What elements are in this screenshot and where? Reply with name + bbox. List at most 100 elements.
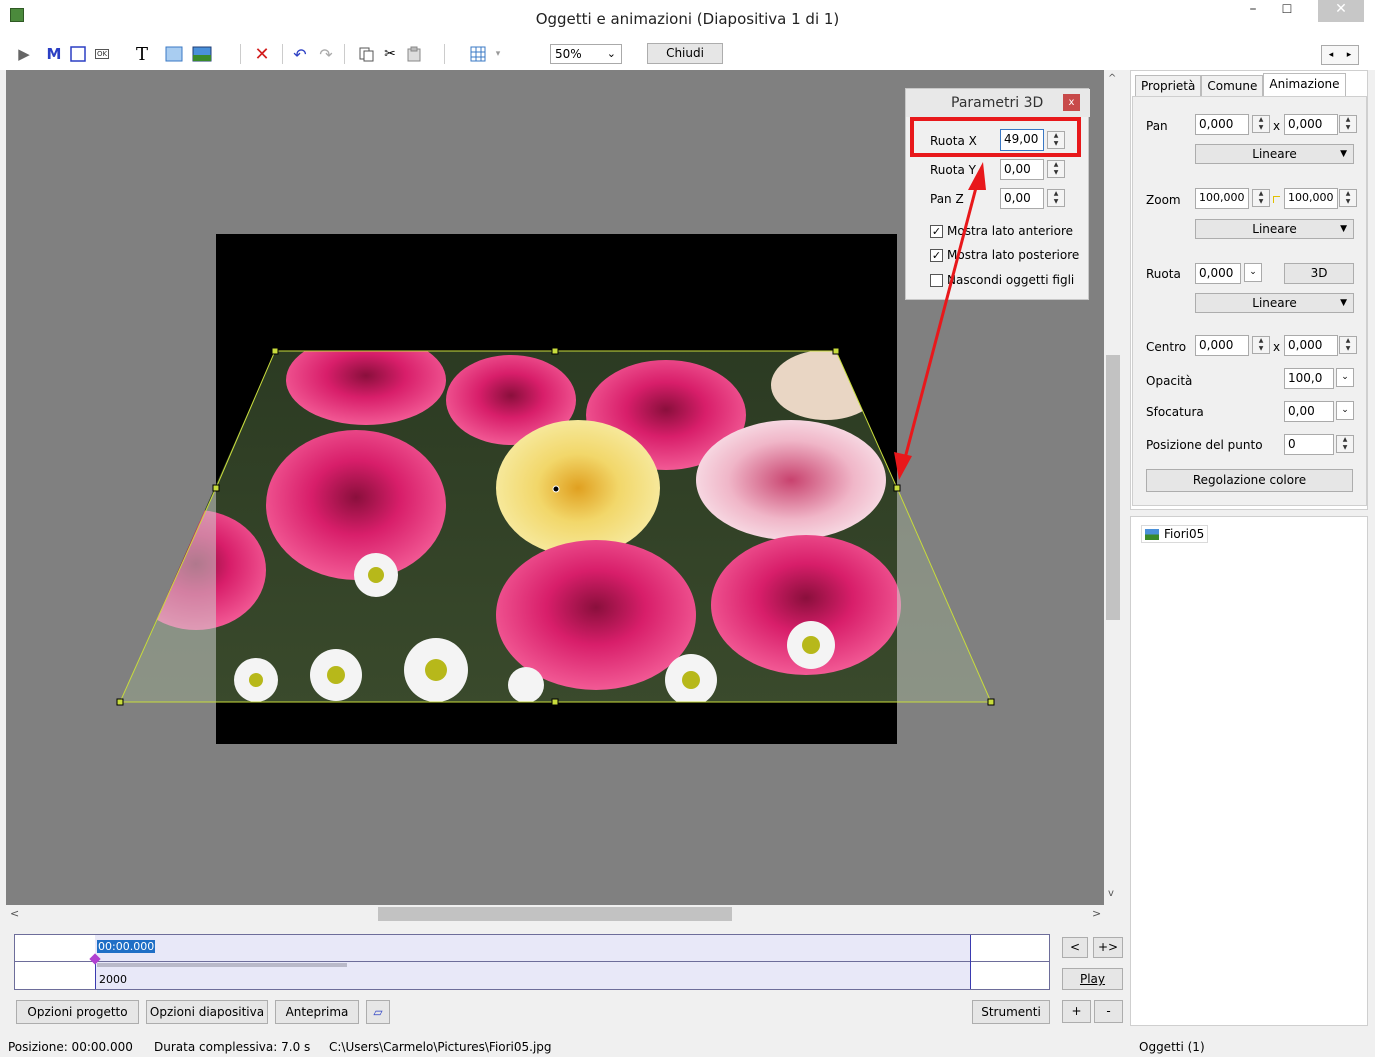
panel-header[interactable]: Parametri 3D x	[906, 89, 1090, 117]
close-icon[interactable]: ✕	[1318, 0, 1364, 22]
play-button[interactable]: Play	[1062, 968, 1123, 990]
zoom-link-icon[interactable]	[1273, 196, 1280, 203]
sfocatura-input[interactable]: 0,00	[1284, 401, 1334, 422]
grid-dropdown-icon[interactable]: ▾	[488, 44, 508, 64]
rectangle-icon[interactable]	[164, 44, 184, 64]
status-path: C:\Users\Carmelo\Pictures\Fiori05.jpg	[329, 1040, 552, 1054]
centro-label: Centro	[1146, 340, 1187, 354]
zoom-mode-select[interactable]: Lineare ▼	[1195, 219, 1354, 239]
chevron-down-icon: ⌄	[606, 47, 616, 60]
centro-x-input[interactable]: 0,000	[1195, 335, 1249, 356]
cut-icon[interactable]: ✂	[380, 44, 400, 64]
timeline-cursor[interactable]	[95, 961, 96, 989]
minimize-icon[interactable]: –	[1238, 0, 1268, 22]
scroll-left-icon[interactable]: <	[10, 907, 19, 920]
tab-proprieta[interactable]: Proprietà	[1135, 75, 1202, 97]
ruota-mode-select[interactable]: Lineare ▼	[1195, 293, 1354, 313]
button-icon[interactable]: OK	[92, 44, 112, 64]
vertical-scrollbar[interactable]: ^ v	[1104, 70, 1122, 905]
timeline-end-marker	[970, 935, 971, 989]
redo-icon[interactable]: ↷	[316, 44, 336, 64]
pan-x-stepper[interactable]: ▲ ▼	[1252, 115, 1270, 133]
ruota-dropdown[interactable]: ⌄	[1244, 263, 1262, 282]
mask-icon[interactable]: M	[44, 44, 64, 64]
horizontal-scrollbar[interactable]: < >	[6, 905, 1106, 923]
timeline[interactable]: 00:00.000 2000	[14, 934, 1050, 990]
pan-y-stepper[interactable]: ▲ ▼	[1339, 115, 1357, 133]
ruota-mode-value: Lineare	[1252, 296, 1297, 310]
camera-icon[interactable]: ▶	[14, 44, 34, 64]
centro-x-separator: x	[1273, 340, 1281, 354]
zoom-y-input[interactable]: 100,000	[1284, 188, 1338, 209]
vertical-scroll-thumb[interactable]	[1106, 355, 1120, 620]
maximize-icon[interactable]: ☐	[1272, 0, 1302, 22]
window-title: Oggetti e animazioni (Diapositiva 1 di 1…	[535, 10, 840, 28]
next-keyframe-button[interactable]: +>	[1093, 937, 1123, 958]
arrow-left-icon[interactable]: ◂	[1329, 50, 1334, 60]
copy-icon[interactable]	[356, 44, 376, 64]
slide-options-button[interactable]: Opzioni diapositiva	[146, 1000, 268, 1024]
pan-y-input[interactable]: 0,000	[1284, 114, 1338, 135]
object-list: Fiori05	[1130, 516, 1368, 1026]
posizione-punto-label: Posizione del punto	[1146, 438, 1263, 452]
pan-mode-select[interactable]: Lineare ▼	[1195, 144, 1354, 164]
pan-mode-value: Lineare	[1252, 147, 1297, 161]
centro-x-stepper[interactable]: ▲ ▼	[1252, 336, 1270, 354]
horizontal-scroll-thumb[interactable]	[378, 907, 732, 921]
centro-y-input[interactable]: 0,000	[1284, 335, 1338, 356]
timeline-bar	[97, 963, 347, 967]
paste-icon[interactable]	[404, 44, 424, 64]
pan-z-stepper[interactable]: ▲ ▼	[1047, 189, 1065, 207]
ruota-3d-button[interactable]: 3D	[1284, 263, 1354, 284]
list-item[interactable]: Fiori05	[1141, 525, 1209, 543]
project-options-button[interactable]: Opzioni progetto	[16, 1000, 139, 1024]
text-icon[interactable]: T	[132, 44, 152, 65]
frame-icon[interactable]	[68, 44, 88, 64]
ok-label: OK	[94, 49, 110, 59]
panel-nav-arrows[interactable]: ◂ ▸	[1321, 45, 1359, 65]
zoom-x-stepper[interactable]: ▲ ▼	[1252, 189, 1270, 207]
frame-view-button[interactable]: ▱	[366, 1000, 390, 1024]
zoom-x-input[interactable]: 100,000	[1195, 188, 1249, 209]
tab-animazione[interactable]: Animazione	[1263, 73, 1346, 97]
undo-icon[interactable]: ↶	[290, 44, 310, 64]
ruota-input[interactable]: 0,000	[1195, 263, 1241, 284]
scroll-up-icon[interactable]: ^	[1108, 73, 1116, 84]
timeline-divider	[15, 961, 1049, 962]
status-bar: Posizione: 00:00.000 Durata complessiva:…	[0, 1035, 1375, 1057]
pan-z-input[interactable]: 0,00	[1000, 188, 1044, 209]
regolazione-colore-button[interactable]: Regolazione colore	[1146, 469, 1353, 492]
sfocatura-dropdown[interactable]: ⌄	[1336, 401, 1354, 420]
arrow-right-icon[interactable]: ▸	[1347, 50, 1352, 60]
scroll-right-icon[interactable]: >	[1092, 907, 1101, 920]
tools-button[interactable]: Strumenti	[972, 1000, 1050, 1024]
centro-y-stepper[interactable]: ▲ ▼	[1339, 336, 1357, 354]
tab-comune[interactable]: Comune	[1201, 75, 1264, 97]
prev-keyframe-button[interactable]: <	[1062, 937, 1088, 958]
scroll-down-icon[interactable]: v	[1108, 888, 1114, 899]
delete-icon[interactable]: ✕	[252, 44, 272, 65]
timeline-time: 00:00.000	[97, 940, 156, 953]
image-icon[interactable]	[192, 44, 212, 64]
toolbar-separator	[444, 44, 445, 64]
panel-close-button[interactable]: x	[1063, 94, 1080, 111]
zoom-value: 50%	[555, 47, 582, 61]
add-keyframe-button[interactable]: +	[1062, 1000, 1091, 1023]
opacita-dropdown[interactable]: ⌄	[1336, 368, 1354, 387]
posizione-punto-stepper[interactable]: ▲ ▼	[1336, 435, 1354, 453]
pan-label: Pan	[1146, 119, 1168, 133]
dropdown-arrow-icon: ▼	[1340, 224, 1347, 234]
pan-x-input[interactable]: 0,000	[1195, 114, 1249, 135]
remove-keyframe-button[interactable]: -	[1094, 1000, 1123, 1023]
grid-icon[interactable]	[468, 44, 488, 64]
posizione-punto-input[interactable]: 0	[1284, 434, 1334, 455]
tab-strip: Proprietà Comune Animazione	[1135, 73, 1346, 97]
close-button[interactable]: Chiudi	[647, 43, 723, 64]
zoom-select[interactable]: 50% ⌄	[550, 44, 622, 64]
zoom-y-stepper[interactable]: ▲ ▼	[1339, 189, 1357, 207]
toolbar-separator	[240, 44, 241, 64]
ruota-y-input[interactable]: 0,00	[1000, 159, 1044, 180]
opacita-input[interactable]: 100,0	[1284, 368, 1334, 389]
ruota-y-stepper[interactable]: ▲ ▼	[1047, 160, 1065, 178]
preview-button[interactable]: Anteprima	[275, 1000, 359, 1024]
